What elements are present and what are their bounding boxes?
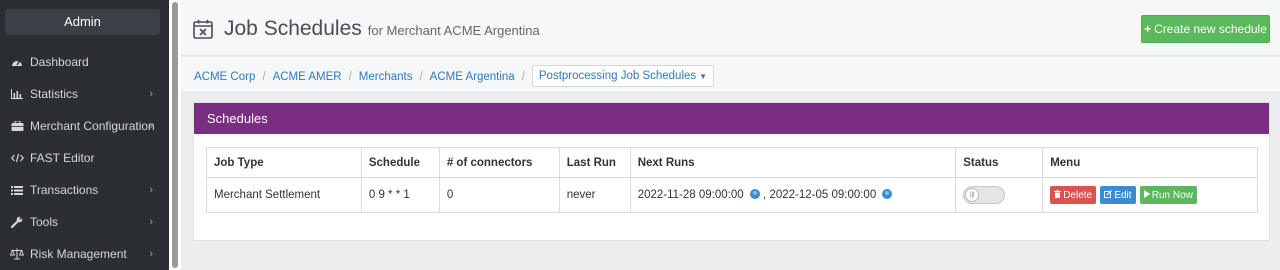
scrollbar-thumb[interactable] — [172, 2, 178, 268]
panel-title: Schedules — [194, 103, 1269, 134]
create-schedule-label: Create new schedule — [1154, 22, 1267, 36]
cell-next-runs: 2022-11-28 09:00:00 , 2022-12-05 09:00:0… — [629, 177, 957, 213]
breadcrumb-separator: / — [419, 70, 423, 83]
breadcrumb-dropdown[interactable]: Postprocessing Job Schedules ▼ — [531, 65, 715, 87]
toggle-knob: ||| — [965, 188, 980, 202]
breadcrumb-separator: / — [262, 70, 266, 83]
breadcrumb-link-acme-amer[interactable]: ACME AMER — [273, 71, 342, 83]
create-schedule-button[interactable]: + Create new schedule — [1141, 15, 1270, 43]
column-header-status: Status — [955, 147, 1044, 178]
sidebar-scrollbar[interactable] — [169, 0, 181, 270]
next-run-1: 2022-11-28 09:00:00 — [637, 189, 744, 201]
cell-job-type: Merchant Settlement — [206, 177, 362, 213]
caret-down-icon: ▼ — [699, 71, 708, 81]
chevron-right-icon: › — [149, 184, 153, 196]
table-header-row: Job Type Schedule # of connectors Last R… — [206, 147, 1258, 178]
sidebar-item-label: FAST Editor — [30, 151, 95, 165]
delete-button[interactable]: Delete — [1050, 186, 1097, 204]
page-title-text: Job Schedules — [224, 17, 362, 40]
admin-label[interactable]: Admin — [5, 9, 160, 35]
chevron-right-icon: › — [149, 120, 153, 132]
cell-menu: Delete Edit Run Now — [1042, 177, 1258, 213]
briefcase-icon — [10, 121, 24, 131]
sidebar-item-label: Tools — [30, 215, 59, 229]
tachometer-icon — [10, 57, 24, 67]
sidebar-item-merchant-configuration[interactable]: Merchant Configuration › — [0, 110, 169, 142]
delete-label: Delete — [1063, 189, 1093, 201]
chevron-right-icon: › — [149, 88, 153, 100]
page-title: Job Schedules for Merchant ACME Argentina — [224, 17, 540, 41]
schedules-table-wrapper: Job Type Schedule # of connectors Last R… — [206, 147, 1258, 213]
globe-icon[interactable] — [882, 189, 893, 199]
breadcrumb: ACME Corp / ACME AMER / Merchants / ACME… — [194, 65, 715, 87]
schedules-table: Job Type Schedule # of connectors Last R… — [206, 147, 1258, 213]
column-header-menu: Menu — [1042, 147, 1258, 178]
page-header: Job Schedules for Merchant ACME Argentina… — [181, 0, 1280, 56]
breadcrumb-separator: / — [348, 70, 352, 83]
sidebar-item-tools[interactable]: Tools › — [0, 206, 169, 238]
status-toggle[interactable]: ||| — [963, 186, 1006, 204]
breadcrumb-dropdown-label: Postprocessing Job Schedules — [538, 70, 697, 82]
sidebar-item-label: Dashboard — [30, 55, 89, 69]
sidebar-item-label: Transactions — [30, 183, 99, 197]
breadcrumb-link-acme-corp[interactable]: ACME Corp — [194, 71, 255, 83]
column-header-connectors: # of connectors — [438, 147, 560, 178]
sidebar: Admin Dashboard Statistics › Merchant Co… — [0, 0, 169, 270]
next-run-2: 2022-12-05 09:00:00 — [769, 189, 877, 201]
plus-icon: + — [1144, 22, 1152, 36]
wrench-icon — [10, 216, 24, 228]
sidebar-item-transactions[interactable]: Transactions › — [0, 174, 169, 206]
cell-status: ||| — [955, 177, 1044, 213]
table-row: Merchant Settlement 0 9 * * 1 0 never 20… — [206, 177, 1258, 213]
breadcrumb-separator: / — [521, 70, 525, 83]
run-now-button[interactable]: Run Now — [1139, 186, 1197, 204]
play-icon — [1143, 190, 1150, 200]
bar-chart-icon — [10, 89, 24, 99]
chevron-right-icon: › — [149, 248, 153, 260]
sidebar-item-label: Statistics — [30, 87, 79, 101]
edit-icon — [1104, 190, 1113, 200]
cell-last-run: never — [558, 177, 631, 213]
sidebar-item-fast-editor[interactable]: FAST Editor — [0, 142, 169, 174]
column-header-last-run: Last Run — [558, 147, 631, 178]
breadcrumb-link-merchants[interactable]: Merchants — [359, 71, 413, 83]
sidebar-item-label: Risk Management — [30, 247, 127, 261]
code-icon — [10, 153, 24, 163]
list-icon — [10, 185, 24, 195]
cell-schedule: 0 9 * * 1 — [360, 177, 440, 213]
edit-button[interactable]: Edit — [1100, 186, 1136, 204]
breadcrumb-bar: ACME Corp / ACME AMER / Merchants / ACME… — [181, 57, 1280, 91]
trash-icon — [1054, 190, 1062, 200]
sidebar-item-risk-management[interactable]: Risk Management › — [0, 238, 169, 270]
schedules-panel: Schedules Job Type Schedule # of connect… — [193, 102, 1270, 241]
column-header-next-runs: Next Runs — [629, 147, 957, 178]
main-content: Job Schedules for Merchant ACME Argentina… — [181, 0, 1280, 270]
sidebar-item-dashboard[interactable]: Dashboard — [0, 46, 169, 78]
edit-label: Edit — [1114, 189, 1132, 201]
breadcrumb-link-acme-argentina[interactable]: ACME Argentina — [430, 71, 515, 83]
column-header-schedule: Schedule — [360, 147, 440, 178]
sidebar-item-label: Merchant Configuration — [30, 119, 155, 133]
cell-connectors: 0 — [438, 177, 560, 213]
page-subtitle: for Merchant ACME Argentina — [367, 23, 540, 38]
globe-icon[interactable] — [749, 189, 760, 199]
run-now-label: Run Now — [1151, 189, 1193, 201]
chevron-right-icon: › — [149, 216, 153, 228]
sidebar-item-statistics[interactable]: Statistics › — [0, 78, 169, 110]
column-header-job-type: Job Type — [206, 147, 362, 178]
balance-scale-icon — [10, 248, 24, 260]
calendar-icon — [193, 19, 213, 39]
